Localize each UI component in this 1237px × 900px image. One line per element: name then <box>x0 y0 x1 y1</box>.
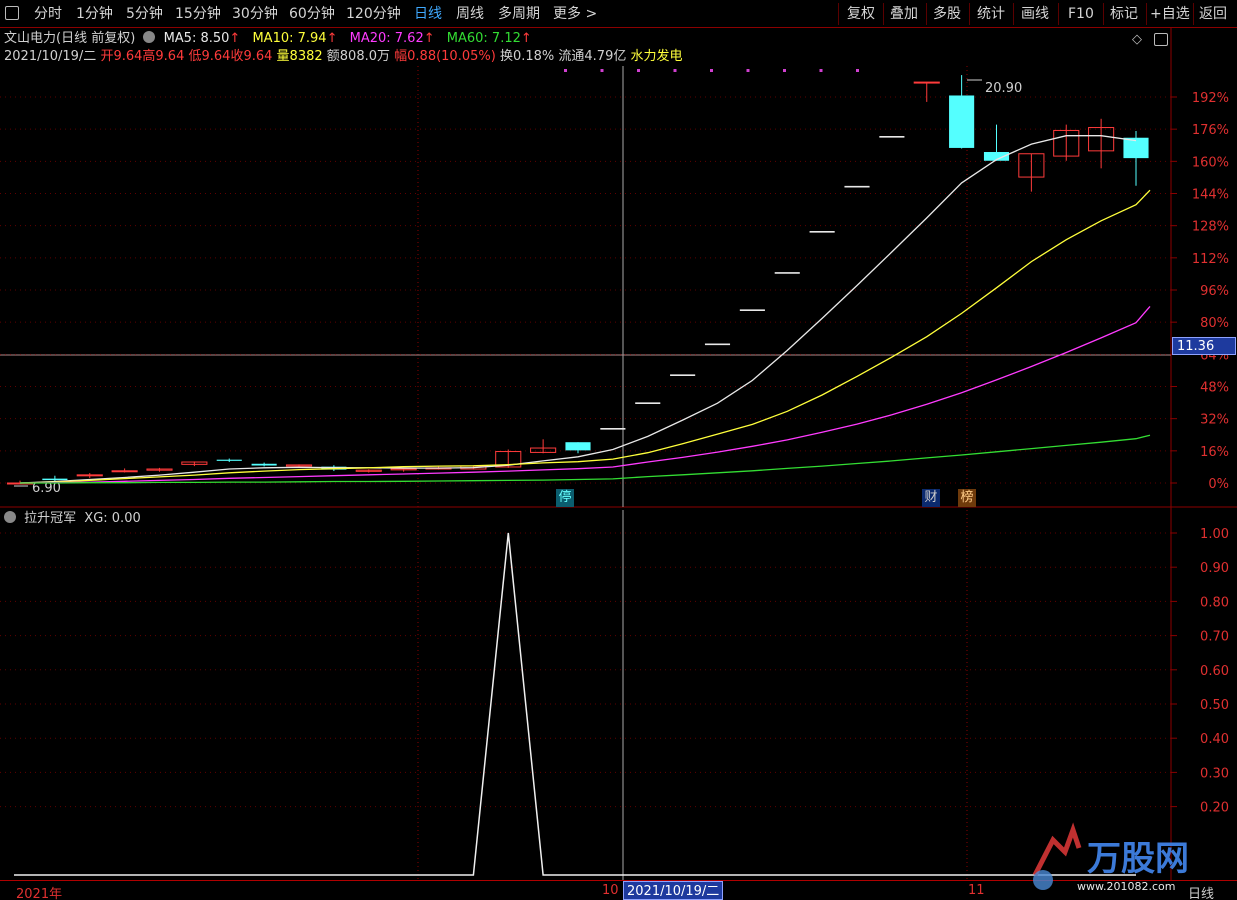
signal-dot <box>673 69 677 72</box>
ma20-line <box>19 305 1151 484</box>
date-label-oct: 10 <box>602 883 619 898</box>
signal-dot <box>819 69 823 72</box>
y-tick-label: 48% <box>1200 381 1229 396</box>
candle-body <box>565 442 591 451</box>
signal-dot <box>564 69 567 72</box>
arrow-up-icon <box>1032 822 1082 877</box>
indicator-y-tick-label: 0.30 <box>1200 766 1229 781</box>
signal-dot <box>783 69 786 72</box>
indicator-y-tick-label: 1.00 <box>1200 527 1229 542</box>
high-price-label: 20.90 <box>985 81 1022 96</box>
candle-body <box>251 463 277 466</box>
y-tick-label: 144% <box>1192 188 1229 203</box>
watermark-url: www.201082.com <box>1077 880 1175 893</box>
signal-dot <box>637 69 640 72</box>
limit-tag[interactable]: 停 <box>556 489 574 507</box>
indicator-y-tick-label: 0.70 <box>1200 630 1229 645</box>
y-tick-label: 176% <box>1192 123 1229 138</box>
y-tick-label: 112% <box>1192 252 1229 267</box>
indicator-y-tick-label: 0.90 <box>1200 561 1229 576</box>
watermark-text: 万股网 <box>1087 839 1189 879</box>
ma10-line <box>19 189 1151 484</box>
y-tick-label: 80% <box>1200 316 1229 331</box>
candle-body <box>111 470 138 473</box>
indicator-y-tick-label: 0.60 <box>1200 664 1229 679</box>
rank-tag[interactable]: 榜 <box>958 489 976 507</box>
y-tick-label: 128% <box>1192 220 1229 235</box>
indicator-y-tick-label: 0.50 <box>1200 698 1229 713</box>
watermark-logo: 万股网 www.201082.com <box>1032 822 1189 893</box>
y-tick-label: 0% <box>1208 477 1229 492</box>
signal-dot <box>600 69 604 72</box>
candle-body <box>42 478 68 481</box>
candle-body <box>216 459 242 461</box>
ma5-line <box>19 135 1137 484</box>
candle-body <box>949 95 975 148</box>
indicator-y-tick-label: 0.80 <box>1200 595 1229 610</box>
indicator-y-tick-label: 0.40 <box>1200 732 1229 747</box>
crosshair-price-badge: 11.36 <box>1172 337 1236 355</box>
date-label-crosshair: 2021/10/19/二 <box>623 881 724 900</box>
y-tick-label: 96% <box>1200 284 1229 299</box>
signal-dot <box>856 69 859 72</box>
date-label-year: 2021年 <box>16 887 63 900</box>
date-label-nov: 11 <box>968 883 985 898</box>
candle-body <box>913 81 940 84</box>
y-tick-label: 32% <box>1200 413 1229 428</box>
indicator-y-tick-label: 0.20 <box>1200 801 1229 816</box>
y-tick-label: 160% <box>1192 155 1229 170</box>
signal-dot <box>746 69 750 72</box>
candle-body <box>76 474 103 477</box>
candle-body <box>1123 137 1149 159</box>
y-tick-label: 192% <box>1192 91 1229 106</box>
signal-dot <box>710 69 713 72</box>
finance-tag[interactable]: 财 <box>922 489 940 507</box>
coin-icon <box>1033 870 1053 890</box>
kline-chart[interactable]: 192%176%160%144%128%112%96%80%64%48%32%1… <box>0 0 1237 510</box>
y-tick-label: 16% <box>1200 445 1229 460</box>
